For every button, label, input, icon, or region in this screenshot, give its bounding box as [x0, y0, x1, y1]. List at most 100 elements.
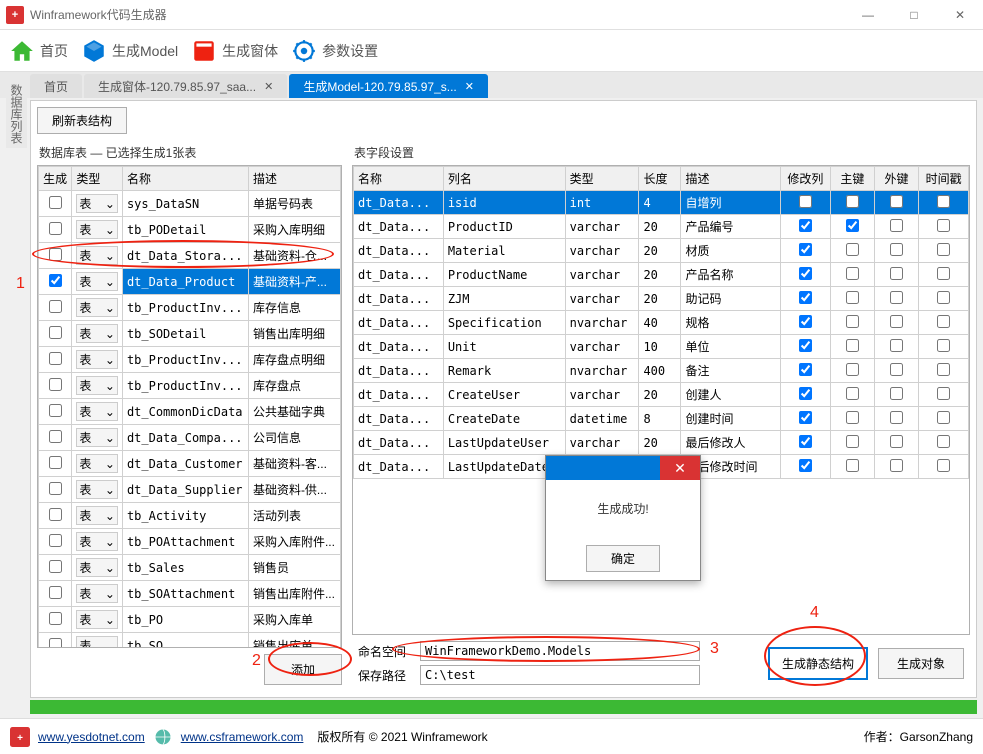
- link-csframework[interactable]: www.csframework.com: [181, 730, 304, 744]
- toolbar-home[interactable]: 首页: [8, 37, 68, 65]
- field-checkbox[interactable]: [890, 387, 903, 400]
- table-row[interactable]: 表⌄dt_Data_Compa...公司信息: [39, 425, 341, 451]
- table-row[interactable]: 表⌄tb_PO采购入库单: [39, 607, 341, 633]
- field-checkbox[interactable]: [890, 459, 903, 472]
- row-gen-checkbox[interactable]: [49, 612, 62, 625]
- field-checkbox[interactable]: [799, 315, 812, 328]
- field-checkbox[interactable]: [890, 411, 903, 424]
- field-checkbox[interactable]: [937, 315, 950, 328]
- toolbar-gen-model[interactable]: 生成Model: [80, 37, 178, 65]
- row-gen-checkbox[interactable]: [49, 482, 62, 495]
- table-row[interactable]: 表⌄tb_ProductInv...库存盘点明细: [39, 347, 341, 373]
- toolbar-gen-form[interactable]: 生成窗体: [190, 37, 278, 65]
- field-row[interactable]: dt_Data...CreateUservarchar20创建人: [354, 383, 969, 407]
- table-row[interactable]: 表⌄dt_Data_Supplier基础资料-供...: [39, 477, 341, 503]
- table-row[interactable]: 表⌄tb_SODetail销售出库明细: [39, 321, 341, 347]
- tab-gen-model[interactable]: 生成Model-120.79.85.97_s...✕: [289, 74, 488, 98]
- field-checkbox[interactable]: [846, 243, 859, 256]
- row-gen-checkbox[interactable]: [49, 196, 62, 209]
- toolbar-settings[interactable]: 参数设置: [290, 37, 378, 65]
- table-row[interactable]: 表⌄tb_Activity活动列表: [39, 503, 341, 529]
- row-gen-checkbox[interactable]: [49, 430, 62, 443]
- row-gen-checkbox[interactable]: [49, 300, 62, 313]
- row-gen-checkbox[interactable]: [49, 638, 62, 649]
- field-checkbox[interactable]: [846, 435, 859, 448]
- row-gen-checkbox[interactable]: [49, 222, 62, 235]
- field-checkbox[interactable]: [890, 339, 903, 352]
- field-checkbox[interactable]: [846, 459, 859, 472]
- type-dropdown[interactable]: 表⌄: [76, 610, 118, 629]
- field-checkbox[interactable]: [799, 291, 812, 304]
- type-dropdown[interactable]: 表⌄: [76, 376, 118, 395]
- field-checkbox[interactable]: [890, 291, 903, 304]
- field-checkbox[interactable]: [799, 195, 812, 208]
- field-checkbox[interactable]: [937, 339, 950, 352]
- sidebar-db-list[interactable]: 数据库列表: [6, 80, 27, 148]
- type-dropdown[interactable]: 表⌄: [76, 636, 118, 648]
- row-gen-checkbox[interactable]: [49, 404, 62, 417]
- table-row[interactable]: 表⌄dt_Data_Customer基础资料-客...: [39, 451, 341, 477]
- type-dropdown[interactable]: 表⌄: [76, 298, 118, 317]
- tables-grid[interactable]: 生成 类型 名称 描述 表⌄sys_DataSN单据号码表表⌄tb_PODeta…: [37, 165, 342, 648]
- type-dropdown[interactable]: 表⌄: [76, 350, 118, 369]
- type-dropdown[interactable]: 表⌄: [76, 558, 118, 577]
- row-gen-checkbox[interactable]: [49, 586, 62, 599]
- field-row[interactable]: dt_Data...Remarknvarchar400备注: [354, 359, 969, 383]
- dialog-ok-button[interactable]: 确定: [586, 545, 660, 572]
- field-checkbox[interactable]: [937, 363, 950, 376]
- table-row[interactable]: 表⌄tb_ProductInv...库存信息: [39, 295, 341, 321]
- row-gen-checkbox[interactable]: [49, 560, 62, 573]
- field-row[interactable]: dt_Data...ZJMvarchar20助记码: [354, 287, 969, 311]
- type-dropdown[interactable]: 表⌄: [76, 402, 118, 421]
- type-dropdown[interactable]: 表⌄: [76, 246, 118, 265]
- field-checkbox[interactable]: [846, 363, 859, 376]
- table-row[interactable]: 表⌄tb_SOAttachment销售出库附件...: [39, 581, 341, 607]
- gen-static-button[interactable]: 生成静态结构: [768, 647, 868, 680]
- field-checkbox[interactable]: [846, 315, 859, 328]
- field-row[interactable]: dt_Data...CreateDatedatetime8创建时间: [354, 407, 969, 431]
- tab-gen-form[interactable]: 生成窗体-120.79.85.97_saa...✕: [84, 74, 287, 98]
- field-checkbox[interactable]: [846, 387, 859, 400]
- field-checkbox[interactable]: [846, 339, 859, 352]
- table-row[interactable]: 表⌄sys_DataSN单据号码表: [39, 191, 341, 217]
- type-dropdown[interactable]: 表⌄: [76, 324, 118, 343]
- maximize-button[interactable]: □: [891, 0, 937, 30]
- add-button[interactable]: 添加: [264, 654, 342, 685]
- field-checkbox[interactable]: [846, 267, 859, 280]
- type-dropdown[interactable]: 表⌄: [76, 220, 118, 239]
- field-row[interactable]: dt_Data...ProductIDvarchar20产品编号: [354, 215, 969, 239]
- field-checkbox[interactable]: [890, 219, 903, 232]
- dialog-close-button[interactable]: ✕: [660, 456, 700, 480]
- field-checkbox[interactable]: [799, 243, 812, 256]
- type-dropdown[interactable]: 表⌄: [76, 480, 118, 499]
- type-dropdown[interactable]: 表⌄: [76, 454, 118, 473]
- field-checkbox[interactable]: [937, 195, 950, 208]
- field-checkbox[interactable]: [799, 459, 812, 472]
- tab-close-icon[interactable]: ✕: [264, 80, 273, 93]
- field-checkbox[interactable]: [890, 267, 903, 280]
- type-dropdown[interactable]: 表⌄: [76, 532, 118, 551]
- field-checkbox[interactable]: [799, 363, 812, 376]
- gen-object-button[interactable]: 生成对象: [878, 648, 964, 679]
- link-yesdotnet[interactable]: www.yesdotnet.com: [38, 730, 145, 744]
- row-gen-checkbox[interactable]: [49, 456, 62, 469]
- field-checkbox[interactable]: [937, 267, 950, 280]
- namespace-input[interactable]: [420, 641, 700, 661]
- field-checkbox[interactable]: [890, 195, 903, 208]
- field-checkbox[interactable]: [937, 411, 950, 424]
- tab-home[interactable]: 首页: [30, 74, 82, 98]
- row-gen-checkbox[interactable]: [49, 508, 62, 521]
- field-checkbox[interactable]: [799, 267, 812, 280]
- field-checkbox[interactable]: [846, 291, 859, 304]
- field-row[interactable]: dt_Data...ProductNamevarchar20产品名称: [354, 263, 969, 287]
- field-row[interactable]: dt_Data...LastUpdateUservarchar20最后修改人: [354, 431, 969, 455]
- field-checkbox[interactable]: [799, 219, 812, 232]
- table-row[interactable]: 表⌄tb_PODetail采购入库明细: [39, 217, 341, 243]
- type-dropdown[interactable]: 表⌄: [76, 428, 118, 447]
- table-row[interactable]: 表⌄tb_SO销售出库单: [39, 633, 341, 649]
- field-checkbox[interactable]: [890, 435, 903, 448]
- type-dropdown[interactable]: 表⌄: [76, 194, 118, 213]
- field-row[interactable]: dt_Data...Unitvarchar10单位: [354, 335, 969, 359]
- field-checkbox[interactable]: [937, 435, 950, 448]
- field-row[interactable]: dt_Data...isidint4自增列: [354, 191, 969, 215]
